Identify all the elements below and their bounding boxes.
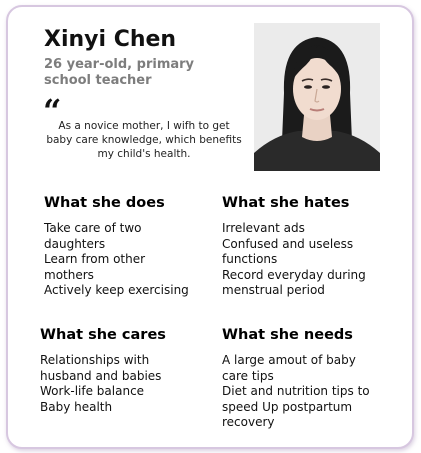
section-title-cares: What she cares [40, 327, 166, 343]
list-item: Relationships with husband and babies [40, 353, 162, 383]
list-item: Work-life balance [40, 384, 145, 398]
list-item: Learn from other mothers [44, 252, 146, 282]
list-item: Irrelevant ads [222, 221, 305, 235]
list-item: Diet and nutrition tips to speed Up post… [222, 384, 370, 429]
list-item: Confused and useless functions [222, 236, 354, 267]
section-title-does: What she does [44, 195, 165, 211]
section-list-needs: A large amout of baby care tips Diet and… [222, 353, 382, 431]
section-list-cares: Relationships with husband and babies Wo… [40, 353, 190, 415]
list-item: Actively keep exercising [44, 283, 189, 297]
persona-quote: As a novice mother, I wifh to get baby c… [46, 120, 242, 160]
list-item: Take care of two daughters [44, 221, 142, 251]
list-item: Record everyday during menstrual period [222, 267, 366, 298]
section-title-hates: What she hates [222, 195, 350, 211]
section-title-needs: What she needs [222, 327, 353, 343]
list-item: A large amout of baby care tips [222, 353, 356, 383]
persona-name: Xinyi Chen [44, 27, 177, 52]
persona-subtitle: 26 year-old, primary school teacher [44, 57, 195, 88]
persona-photo [254, 23, 380, 171]
list-item: Baby health [40, 399, 113, 414]
section-list-hates: Irrelevant ads Confused and useless func… [222, 221, 382, 299]
section-list-does: Take care of two daughters Learn from ot… [44, 221, 194, 299]
